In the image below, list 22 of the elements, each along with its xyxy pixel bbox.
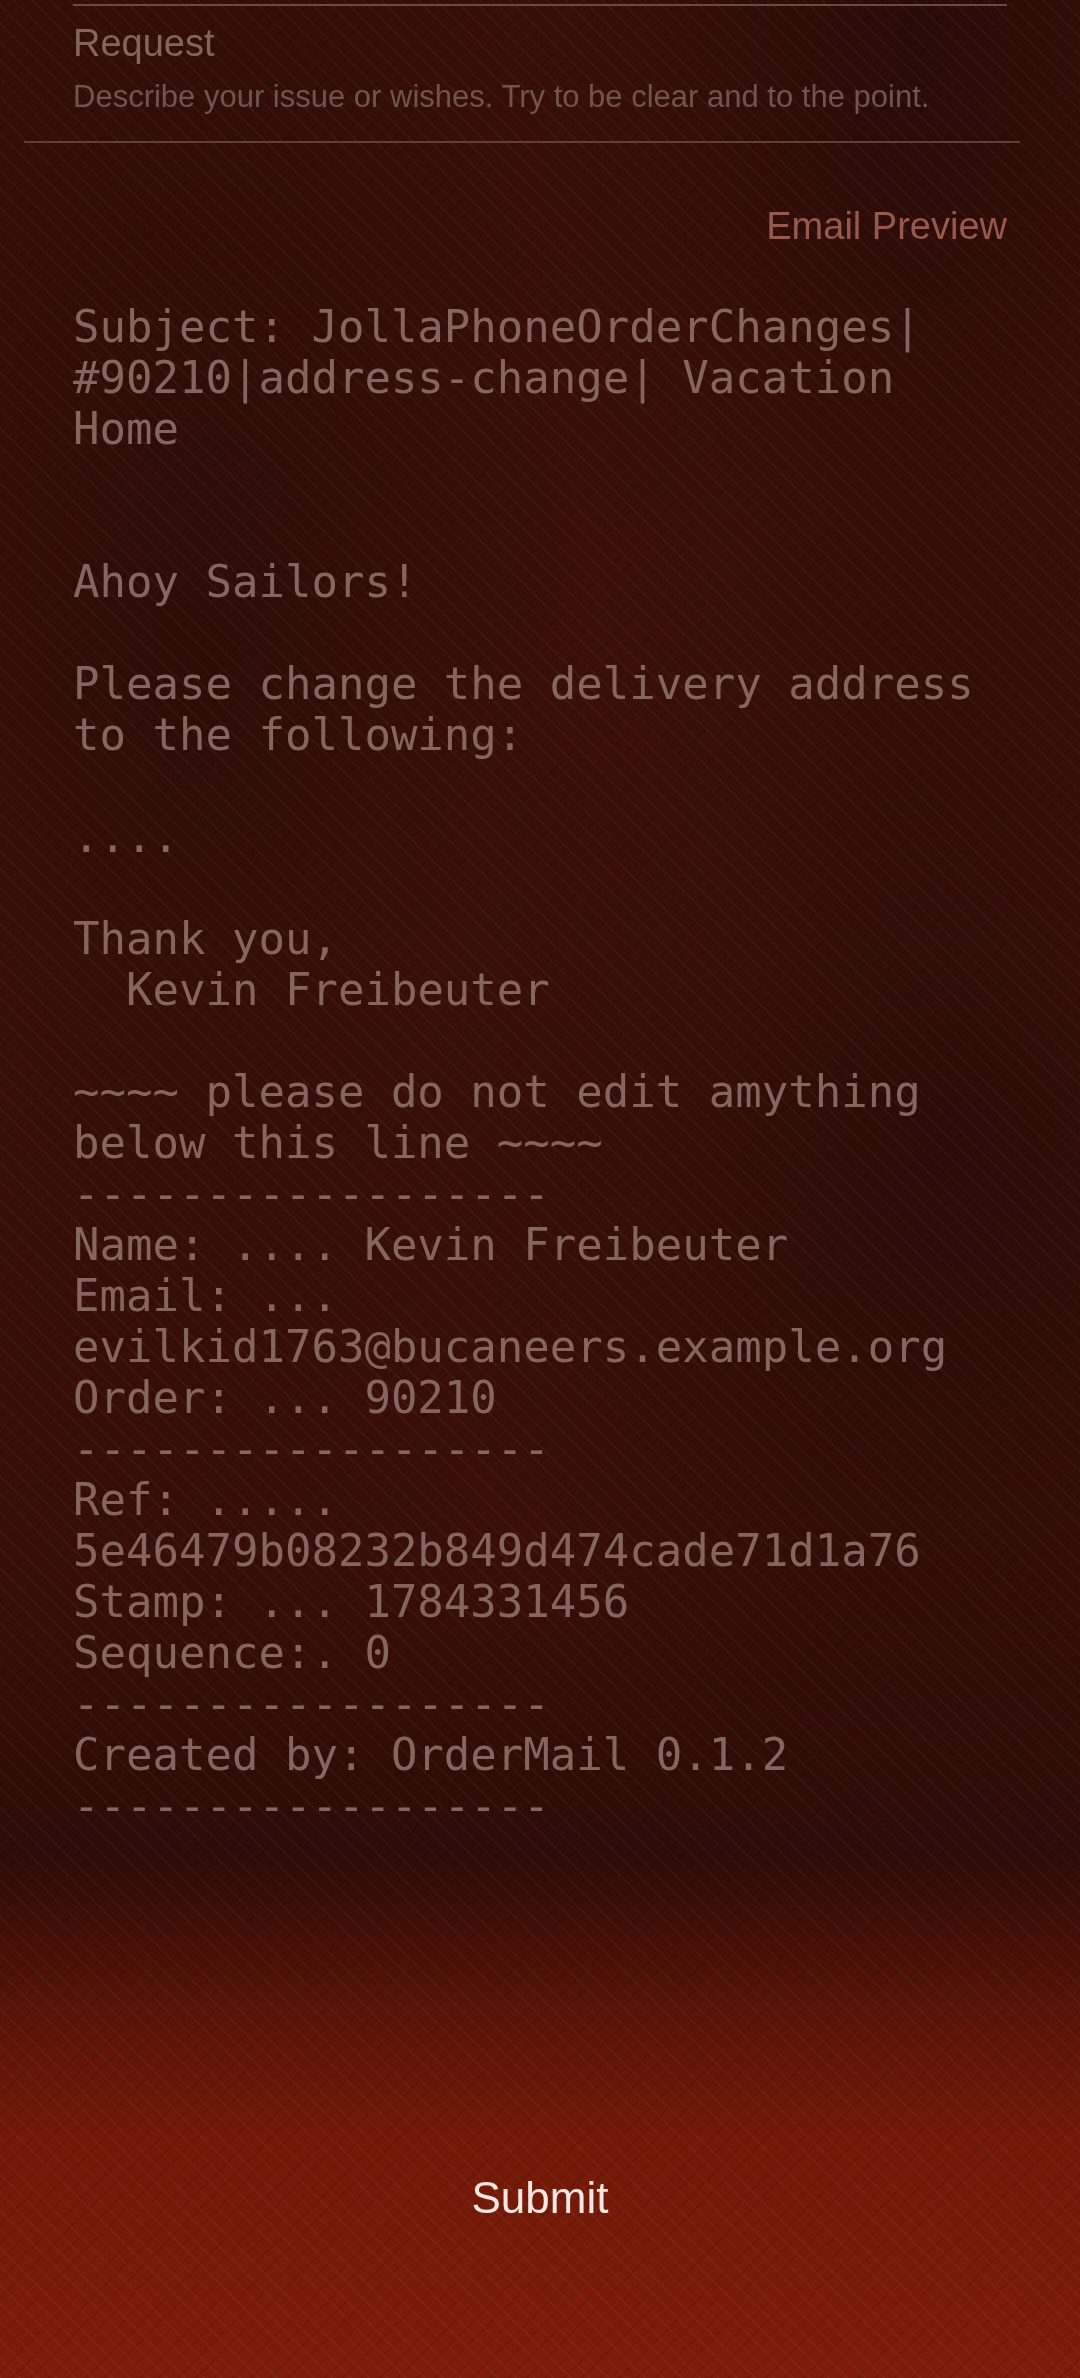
- email-subject: Subject: JollaPhoneOrderChanges| #90210|address-change| Vacation Home: [73, 301, 922, 454]
- email-body-line: Stamp: ... 1784331456: [73, 1576, 631, 1627]
- email-body-line: Ref: ..... 5e46479b08232b849d474cade71d1a76: [73, 1474, 922, 1576]
- email-body-line: ~~~~ please do not edit amything below this line ~~~~: [73, 1066, 922, 1168]
- email-body-line: ------------------: [73, 1423, 551, 1474]
- section-header: Email Preview: [766, 204, 1007, 249]
- email-body-line: Thank you,: [73, 913, 339, 964]
- email-body-line: Email: ... evilkid1763@bucaneers.example.org: [73, 1270, 949, 1372]
- field-label: Request: [73, 21, 216, 66]
- email-body-line: Please change the delivery address to the following:: [73, 658, 975, 760]
- field-description: Describe your issue or wishes. Try to be clear and to the point.: [73, 78, 931, 115]
- email-body-line: ------------------: [73, 1780, 551, 1831]
- email-body-line: Order: ... 90210: [73, 1372, 498, 1423]
- email-body-line: ------------------: [73, 1678, 551, 1729]
- email-body-line: Kevin Freibeuter: [125, 964, 551, 1015]
- email-body-line: Name: .... Kevin Freibeuter: [73, 1219, 790, 1270]
- email-body-line: Sequence:. 0: [73, 1627, 392, 1678]
- email-body-line: ....: [73, 811, 180, 862]
- submit-button[interactable]: Submit: [431, 2151, 649, 2244]
- email-body-line: ------------------: [73, 1168, 551, 1219]
- email-body-line: Created by: OrderMail 0.1.2: [73, 1729, 790, 1780]
- email-body-line: Ahoy Sailors!: [73, 556, 419, 607]
